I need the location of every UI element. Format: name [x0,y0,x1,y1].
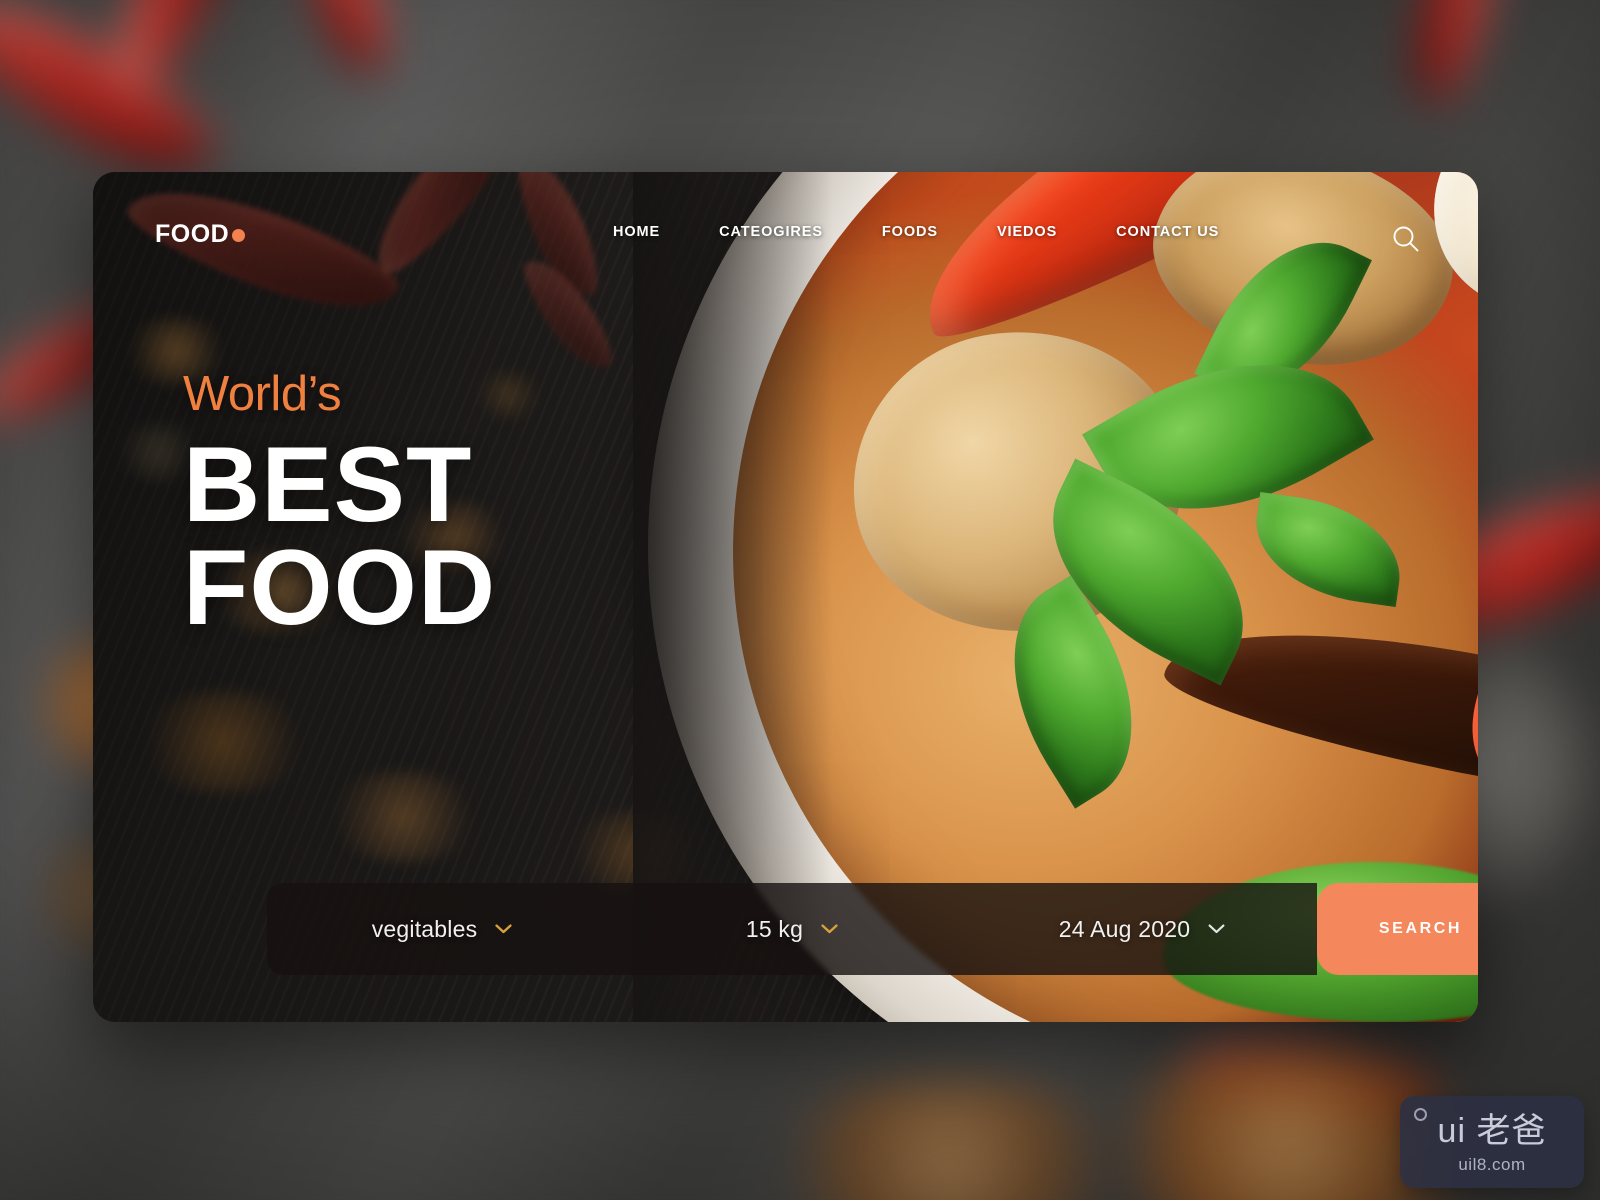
hero-text-block: World’s BEST FOOD [183,367,497,647]
hero-card: FOOD HOME CATEOGIRES FOODS VIEDOS CONTAC… [93,172,1478,1022]
date-select-value: 24 Aug 2020 [1058,915,1191,942]
category-select[interactable]: vegitables [267,883,617,975]
weight-select-value: 15 kg [745,915,804,942]
headline-line-2: FOOD [183,526,497,647]
basil-leaf [1247,492,1409,607]
chevron-down-icon [1208,924,1225,934]
search-button[interactable]: SEARCH [1317,883,1478,975]
watermark-ring-icon [1414,1108,1427,1121]
brand-logo-dot-icon [232,229,246,242]
category-select-value: vegitables [371,915,478,942]
headline-line-1: BEST [183,424,473,544]
nav-item-contact-us[interactable]: CONTACT US [1116,224,1219,240]
brand-logo-text: FOOD [155,220,230,248]
navbar: FOOD HOME CATEOGIRES FOODS VIEDOS CONTAC… [93,172,1478,302]
chevron-down-icon [821,924,838,934]
nav-item-foods[interactable]: FOODS [882,224,938,240]
nav-item-viedos[interactable]: VIEDOS [997,224,1057,240]
watermark-url: uil8.com [1458,1154,1526,1174]
search-icon[interactable] [1389,222,1423,256]
date-select[interactable]: 24 Aug 2020 [967,883,1317,975]
weight-select[interactable]: 15 kg [617,883,967,975]
page-root: FOOD HOME CATEOGIRES FOODS VIEDOS CONTAC… [0,0,1600,1200]
nav-item-home[interactable]: HOME [613,224,660,240]
watermark-badge: ui 老爸 uil8.com [1400,1096,1584,1188]
chevron-down-icon [495,924,512,934]
page-title: BEST FOOD [183,424,497,647]
hero-eyebrow: World’s [183,367,342,421]
nav-links: HOME CATEOGIRES FOODS VIEDOS CONTACT US [613,224,1219,240]
brand-logo[interactable]: FOOD [155,220,246,249]
nav-item-cateogires[interactable]: CATEOGIRES [719,224,823,240]
search-filter-bar: vegitables 15 kg 24 Aug 2020 [267,883,1317,975]
watermark-title: ui 老爸 [1437,1111,1547,1150]
